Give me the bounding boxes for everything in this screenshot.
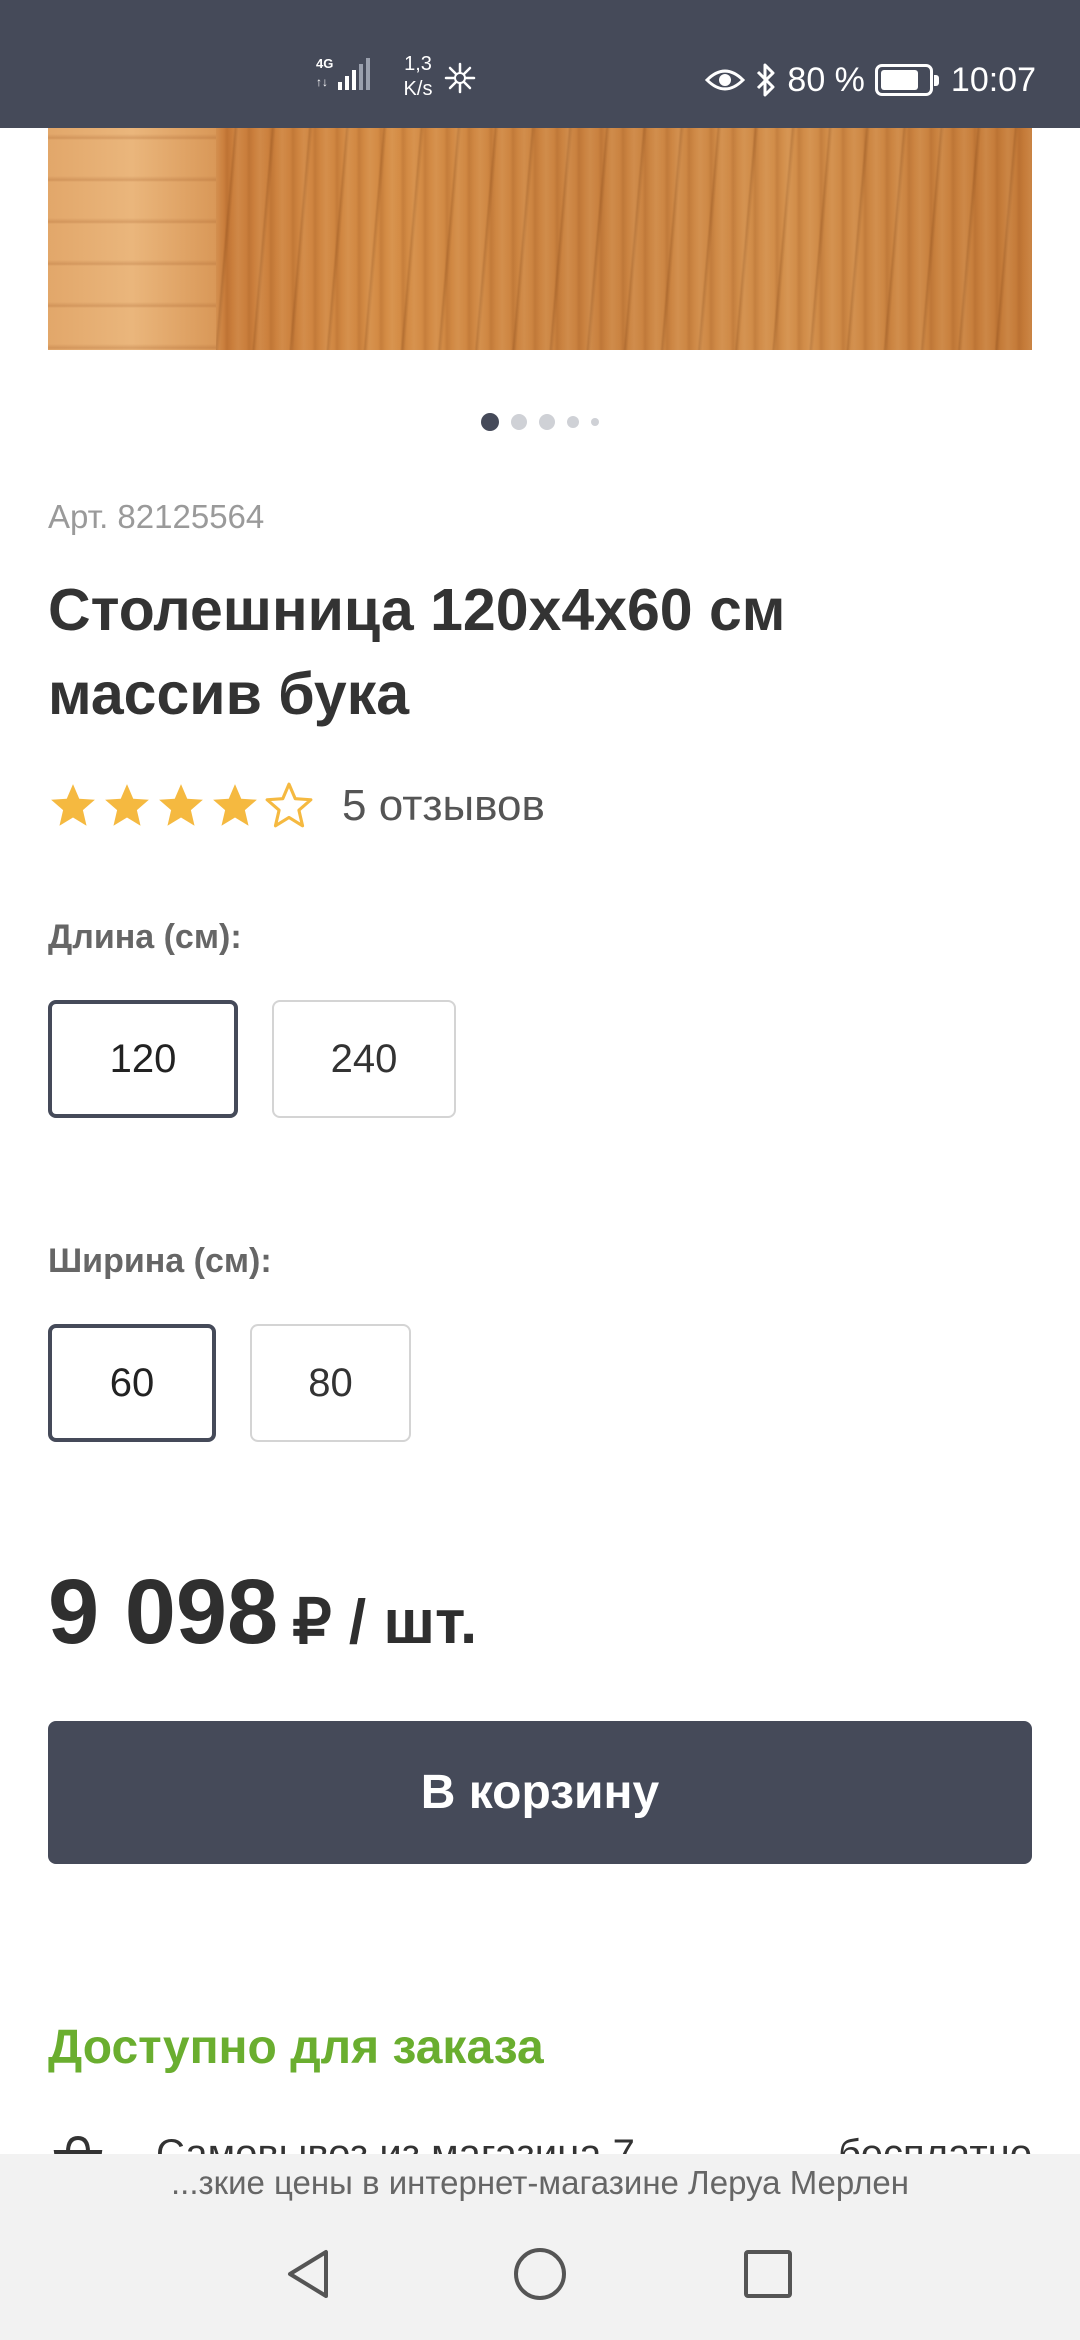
- width-options: 60 80: [48, 1324, 411, 1442]
- reviews-link[interactable]: 5 отзывов: [342, 781, 545, 831]
- recent-square-icon[interactable]: [728, 2234, 808, 2314]
- star-empty-icon: [264, 781, 314, 831]
- gallery-dot[interactable]: [481, 413, 499, 431]
- width-option-80[interactable]: 80: [250, 1324, 411, 1442]
- price-unit: ₽ / шт.: [292, 1588, 478, 1657]
- bluetooth-icon: [755, 62, 777, 98]
- svg-text:4G: 4G: [316, 56, 333, 71]
- svg-text:↑↓: ↑↓: [316, 75, 328, 89]
- signal-icon: 4G ↑↓: [316, 52, 376, 96]
- article-number: Арт. 82125564: [48, 498, 265, 535]
- width-option-60[interactable]: 60: [48, 1324, 216, 1442]
- product-image-end-grain: [48, 128, 216, 350]
- width-label: Ширина (см):: [48, 1242, 272, 1280]
- battery-fill: [880, 70, 918, 90]
- availability-title: Доступно для заказа: [48, 2021, 544, 2074]
- rating[interactable]: 5 отзывов: [48, 776, 545, 836]
- nfc-icon: [440, 58, 480, 98]
- home-circle-icon[interactable]: [500, 2234, 580, 2314]
- battery-icon: [874, 64, 939, 96]
- gallery-dot[interactable]: [591, 418, 599, 426]
- eye-icon: [705, 65, 746, 95]
- product-title: Столешница 120х4х60 см массив бука: [48, 577, 786, 727]
- length-option-240[interactable]: 240: [272, 1000, 456, 1118]
- star-filled-icon: [210, 781, 260, 831]
- status-bar: 4G ↑↓ 1,3 K/s 80 % 10:07: [0, 0, 1080, 128]
- length-label: Длина (см):: [48, 918, 242, 956]
- browser-page-title: ...зкие цены в интернет-магазине Леруа М…: [0, 2154, 1080, 2212]
- price-amount: 9 098: [48, 1561, 279, 1663]
- star-filled-icon: [156, 781, 206, 831]
- back-triangle-icon[interactable]: [270, 2234, 350, 2314]
- price: 9 098 ₽ / шт.: [48, 1560, 477, 1665]
- status-bar-right: 80 % 10:07: [705, 52, 1036, 108]
- gallery-dot[interactable]: [539, 414, 555, 430]
- star-filled-icon: [102, 781, 152, 831]
- star-filled-icon: [48, 781, 98, 831]
- system-navigation-bar: [0, 2212, 1080, 2340]
- battery-percent: 80 %: [787, 60, 865, 99]
- network-speed-value: 1,3: [404, 53, 432, 75]
- length-options: 120 240: [48, 1000, 456, 1118]
- gallery-dot[interactable]: [567, 416, 579, 428]
- add-to-cart-button[interactable]: В корзину: [48, 1721, 1032, 1864]
- network-speed-unit: K/s: [403, 78, 433, 100]
- network-speed: 1,3 K/s: [388, 52, 448, 102]
- clock: 10:07: [950, 60, 1036, 99]
- product-image[interactable]: [48, 128, 1032, 350]
- gallery-dot[interactable]: [511, 414, 527, 430]
- gallery-pagination: [0, 412, 1080, 432]
- rating-stars: [48, 781, 314, 831]
- length-option-120[interactable]: 120: [48, 1000, 238, 1118]
